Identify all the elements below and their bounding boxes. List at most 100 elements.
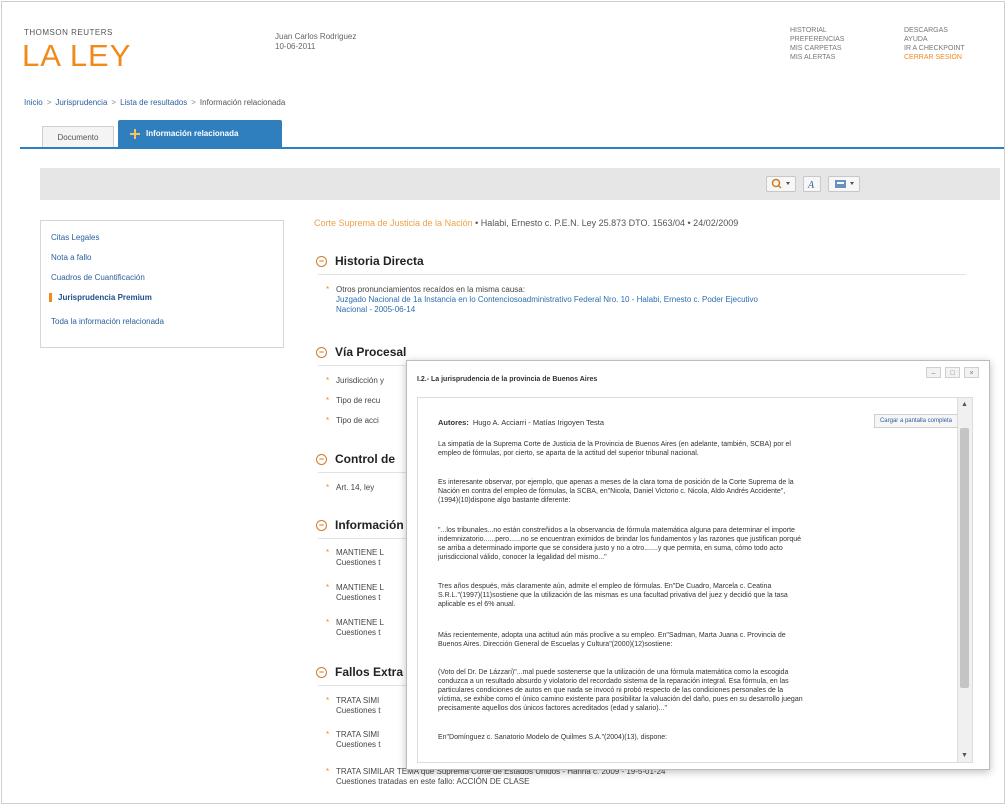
tab-informacion-label: Información relacionada — [146, 129, 239, 138]
menu-historial[interactable]: HISTORIAL — [790, 26, 844, 35]
court-link[interactable]: Corte Suprema de Justicia de la Nación — [314, 218, 473, 228]
list-item: Jurisdicción y — [326, 376, 384, 386]
paragraph: En"Domínguez c. Sanatorio Modelo de Quil… — [438, 733, 943, 742]
close-icon: × — [969, 370, 974, 377]
popup-content: Autores: Hugo A. Acciarri - Matías Irigoy… — [417, 397, 973, 763]
list-item-subtitle: Cuestiones t — [336, 593, 381, 602]
print-button[interactable] — [828, 176, 860, 192]
paragraph: La simpatía de la Suprema Corte de Justi… — [438, 440, 943, 458]
paragraph-line: "...los tribunales...no están constreñid… — [438, 527, 795, 534]
related-sidebar: Citas Legales Nota a fallo Cuadros de Cu… — [40, 220, 284, 348]
breadcrumb-resultados[interactable]: Lista de resultados — [120, 98, 187, 107]
section-title-text: Vía Procesal — [335, 345, 407, 359]
full-screen-button[interactable]: Cargar a pantalla completa — [873, 414, 958, 428]
paragraph-line: Es interesante observar, por ejemplo, qu… — [438, 479, 794, 486]
menu-mis-alertas[interactable]: MIS ALERTAS — [790, 53, 844, 62]
sidebar-item-cuadros[interactable]: Cuadros de Cuantificación — [51, 273, 145, 282]
paragraph: Más recientemente, adopta una actitud aú… — [438, 631, 943, 649]
list-item-title: TRATA SIMI — [336, 730, 380, 739]
breadcrumb-separator: > — [111, 98, 117, 107]
authors-label: Autores: — [438, 418, 469, 427]
case-title: • Halabi, Ernesto c. P.E.N. Ley 25.873 D… — [472, 218, 739, 228]
breadcrumb-jurisprudencia[interactable]: Jurisprudencia — [55, 98, 107, 107]
authors-names: Hugo A. Acciarri - Matías Irigoyen Testa — [472, 418, 605, 427]
collapse-icon[interactable]: − — [316, 520, 327, 532]
breadcrumb-inicio[interactable]: Inicio — [24, 98, 43, 107]
header-menu-2: DESCARGAS AYUDA IR A CHECKPOINT CERRAR S… — [904, 26, 965, 62]
paragraph-line: S.R.L."(1997)(11)sostiene que la utiliza… — [438, 592, 788, 599]
paragraph-line: (Voto del Dr. De Lázzari)"...mal puede s… — [438, 669, 789, 676]
scroll-down-icon[interactable]: ▼ — [961, 752, 968, 759]
scroll-thumb[interactable] — [960, 428, 969, 688]
svg-text:A: A — [807, 180, 815, 191]
scroll-up-icon[interactable]: ▲ — [961, 401, 968, 408]
paragraph-line: Nación en contra del empleo de fórmulas,… — [438, 488, 786, 495]
maximize-icon: □ — [950, 370, 955, 377]
section-title-text: Fallos Extra — [335, 665, 404, 679]
section-control[interactable]: − Control de — [316, 452, 395, 466]
paragraph-line: se arriba a determinado importe que se c… — [438, 545, 783, 552]
paragraph-line: aplicable es el 6% anual. — [438, 601, 516, 608]
related-case-link[interactable]: Juzgado Nacional de 1a Instancia en lo C… — [336, 295, 758, 305]
collapse-icon[interactable]: − — [316, 454, 327, 466]
list-item: Tipo de acci — [326, 416, 379, 426]
menu-ayuda[interactable]: AYUDA — [904, 35, 965, 44]
list-item: TRATA SIMICuestiones t — [326, 696, 381, 716]
popup-scrollbar[interactable]: ▲ ▼ — [957, 398, 972, 762]
list-item-text: Otros pronunciamientos recaídos en la mi… — [336, 285, 525, 294]
tab-underline — [20, 147, 1004, 149]
plus-icon — [130, 128, 140, 139]
related-case-link-date[interactable]: Nacional - 2005-06-14 — [336, 305, 758, 315]
list-item: TRATA SIMICuestiones t — [326, 730, 381, 750]
list-item-title: MANTIENE L — [336, 618, 385, 627]
menu-preferencias[interactable]: PREFERENCIAS — [790, 35, 844, 44]
section-title-text: Información — [335, 518, 404, 532]
tab-documento[interactable]: Documento — [42, 126, 114, 149]
list-item-subtitle: Cuestiones t — [336, 558, 381, 567]
paragraph-line: precisamente aquellos dos únicos factore… — [438, 705, 667, 712]
sidebar-item-nota-fallo[interactable]: Nota a fallo — [51, 253, 91, 262]
section-via-procesal[interactable]: − Vía Procesal — [316, 345, 406, 359]
close-session-link[interactable]: CERRAR SESIÓN — [904, 53, 965, 62]
text-size-button[interactable]: A — [803, 176, 821, 192]
menu-checkpoint[interactable]: IR A CHECKPOINT — [904, 44, 965, 53]
user-info: Juan Carlos Rodriguez 10-06-2011 — [275, 32, 356, 52]
list-item: MANTIENE LCuestiones t — [326, 583, 385, 603]
list-item-subtitle: Cuestiones tratadas en este fallo: ACCIÓ… — [336, 777, 530, 786]
paragraph-line: indemnizatorio......pero......no se encu… — [438, 536, 802, 543]
section-fallos-extra[interactable]: − Fallos Extra — [316, 665, 403, 679]
sidebar-item-jurisprudencia-premium[interactable]: Jurisprudencia Premium — [49, 293, 152, 302]
list-item-title: TRATA SIMI — [336, 696, 380, 705]
breadcrumb-separator: > — [46, 98, 52, 107]
breadcrumb-current: Información relacionada — [199, 98, 286, 107]
menu-mis-carpetas[interactable]: MIS CARPETAS — [790, 44, 844, 53]
paragraph-line: La simpatía de la Suprema Corte de Justi… — [438, 441, 791, 448]
brand-logo[interactable]: LA LEY — [22, 38, 131, 74]
breadcrumb: Inicio > Jurisprudencia > Lista de resultado… — [24, 98, 285, 107]
document-popup: I.2.- La jurisprudencia de la provincia … — [406, 360, 990, 770]
close-button[interactable]: × — [964, 367, 979, 378]
collapse-icon[interactable]: − — [316, 347, 327, 359]
search-button[interactable] — [766, 176, 796, 192]
section-historia-directa[interactable]: − Historia Directa — [316, 254, 424, 268]
popup-title: I.2.- La jurisprudencia de la provincia … — [417, 376, 598, 383]
collapse-icon[interactable]: − — [316, 256, 327, 268]
list-item-subtitle: Cuestiones t — [336, 740, 381, 749]
paragraph-line: Más recientemente, adopta una actitud aú… — [438, 632, 786, 639]
font-icon: A — [807, 180, 815, 191]
list-item-title: MANTIENE L — [336, 583, 385, 592]
collapse-icon[interactable]: − — [316, 667, 327, 679]
paragraph-line: conduzca a un resultado absurdo y violat… — [438, 678, 789, 685]
minimize-button[interactable]: – — [926, 367, 941, 378]
paragraph-line: Tres años después, más claramente aún, a… — [438, 583, 772, 590]
list-item-subtitle: Cuestiones t — [336, 706, 381, 715]
menu-descargas[interactable]: DESCARGAS — [904, 26, 965, 35]
tab-informacion-relacionada[interactable]: Información relacionada — [118, 120, 282, 147]
section-title-text: Historia Directa — [335, 254, 424, 268]
sidebar-item-citas-legales[interactable]: Citas Legales — [51, 233, 99, 242]
sidebar-item-toda-info[interactable]: Toda la información relacionada — [51, 317, 164, 326]
section-informacion[interactable]: − Información — [316, 518, 404, 532]
paragraph: (Voto del Dr. De Lázzari)"...mal puede s… — [438, 668, 943, 713]
paragraph-line: jurisdiccional válido, conocer la legali… — [438, 554, 607, 561]
maximize-button[interactable]: □ — [945, 367, 960, 378]
